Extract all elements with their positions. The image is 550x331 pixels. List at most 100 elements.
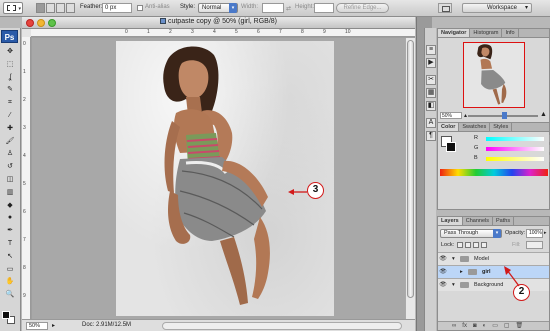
document-titlebar[interactable]: cutpaste copy @ 50% (girl, RGB/8) bbox=[22, 17, 415, 29]
tool-preset-picker[interactable]: ▾ bbox=[3, 2, 23, 14]
channel-slider[interactable] bbox=[486, 147, 544, 151]
blend-mode-select[interactable]: Pass Through ▾ bbox=[440, 229, 502, 238]
tab-layers[interactable]: Layers bbox=[438, 217, 463, 225]
link-layers-icon[interactable]: ∞ bbox=[452, 322, 456, 330]
add-selection-button[interactable] bbox=[46, 3, 55, 13]
tool-shape[interactable]: ▭ bbox=[2, 265, 18, 274]
color-panel-background[interactable] bbox=[446, 142, 456, 152]
vertical-scrollbar[interactable] bbox=[405, 38, 415, 319]
brushes-panel-icon[interactable]: ▦ bbox=[426, 88, 436, 98]
opacity-input[interactable]: 100% bbox=[526, 229, 543, 238]
status-disclosure-icon[interactable]: ▸ bbox=[52, 322, 55, 329]
new-layer-icon[interactable]: ▢ bbox=[504, 322, 510, 330]
color-spectrum-ramp[interactable] bbox=[440, 169, 548, 176]
tab-color[interactable]: Color bbox=[438, 123, 460, 131]
tool-eraser[interactable]: ◫ bbox=[2, 175, 18, 184]
tab-styles[interactable]: Styles bbox=[490, 123, 513, 131]
tab-histogram[interactable]: Histogram bbox=[470, 29, 503, 37]
intersect-selection-button[interactable] bbox=[66, 3, 75, 13]
visibility-eye-icon[interactable]: 👁 bbox=[439, 281, 447, 289]
chevron-right-icon[interactable]: ▸ bbox=[544, 230, 547, 236]
trash-icon[interactable]: 🗑 bbox=[516, 322, 524, 330]
channel-label: G bbox=[474, 145, 479, 151]
swap-icon[interactable]: ⇄ bbox=[286, 5, 291, 12]
fill-input[interactable] bbox=[526, 241, 543, 249]
layer-row[interactable]: 👁 ▾ Background bbox=[438, 278, 549, 291]
width-input[interactable] bbox=[262, 3, 284, 13]
style-select[interactable]: Normal ▾ bbox=[198, 3, 238, 13]
lock-pixels-button[interactable] bbox=[465, 242, 471, 248]
tab-info[interactable]: Info bbox=[502, 29, 519, 37]
adjustment-layer-icon[interactable]: ◐ bbox=[483, 322, 487, 330]
tool-pen[interactable]: ✒ bbox=[2, 226, 18, 235]
disclosure-triangle-icon[interactable]: ▾ bbox=[452, 282, 455, 288]
tab-paths[interactable]: Paths bbox=[493, 217, 515, 225]
anti-alias-checkbox[interactable] bbox=[137, 5, 143, 11]
subtract-selection-button[interactable] bbox=[56, 3, 65, 13]
clone-source-panel-icon[interactable]: ◧ bbox=[426, 101, 436, 111]
palette-well-icon[interactable] bbox=[438, 3, 452, 13]
tool-blur[interactable]: ◆ bbox=[2, 201, 18, 210]
zoom-out-icon[interactable]: ▴ bbox=[464, 112, 467, 119]
paragraph-panel-icon[interactable]: ¶ bbox=[426, 131, 436, 141]
height-label: Height: bbox=[295, 4, 315, 10]
foreground-color-swatch[interactable] bbox=[2, 311, 10, 319]
scrollbar-thumb[interactable] bbox=[407, 40, 414, 298]
tool-lasso[interactable]: ʆ bbox=[2, 73, 18, 82]
navigator-preview[interactable] bbox=[463, 42, 525, 108]
tool-crop[interactable]: ⌗ bbox=[2, 98, 18, 107]
new-group-icon[interactable]: ▭ bbox=[492, 322, 498, 330]
horizontal-scrollbar[interactable] bbox=[162, 322, 402, 330]
channel-slider[interactable] bbox=[486, 157, 544, 161]
actions-panel-icon[interactable]: ▶ bbox=[426, 58, 436, 68]
tab-swatches[interactable]: Swatches bbox=[459, 123, 491, 131]
selection-mode-buttons bbox=[36, 3, 75, 13]
tool-presets-panel-icon[interactable]: ✂ bbox=[426, 75, 436, 85]
tool-hand[interactable]: ✋ bbox=[2, 277, 18, 286]
zoom-slider-handle[interactable] bbox=[502, 112, 507, 119]
tool-dodge[interactable]: ● bbox=[2, 213, 18, 222]
disclosure-triangle-icon[interactable]: ▸ bbox=[460, 269, 463, 275]
character-panel-icon[interactable]: A bbox=[426, 118, 436, 128]
fx-icon[interactable]: fx bbox=[462, 322, 467, 330]
horizontal-ruler[interactable]: 0 1 2 3 4 5 6 7 8 9 10 bbox=[31, 29, 415, 37]
tool-eyedropper[interactable]: ⁄ bbox=[2, 111, 18, 120]
new-selection-button[interactable] bbox=[36, 3, 45, 13]
height-input[interactable] bbox=[314, 3, 334, 13]
tool-brush[interactable]: 🖌 bbox=[2, 137, 18, 146]
tool-type[interactable]: T bbox=[2, 239, 18, 248]
channel-slider[interactable] bbox=[486, 137, 544, 141]
tab-navigator[interactable]: Navigator bbox=[438, 29, 471, 37]
ruler-origin[interactable] bbox=[22, 29, 31, 37]
layer-row[interactable]: 👁 ▸ girl bbox=[438, 265, 549, 278]
tool-healing-brush[interactable]: ✚ bbox=[2, 124, 18, 133]
history-panel-icon[interactable]: ≡ bbox=[426, 45, 436, 55]
tool-zoom[interactable]: 🔍 bbox=[2, 290, 18, 299]
tool-path-selection[interactable]: ↖ bbox=[2, 252, 18, 261]
ruler-tick-label: 2 bbox=[169, 29, 172, 35]
tool-move[interactable]: ✥ bbox=[2, 47, 18, 56]
zoom-level-input[interactable]: 50% bbox=[26, 322, 48, 330]
workspace-menu[interactable]: Workspace ▾ bbox=[462, 3, 532, 13]
tool-history-brush[interactable]: ↺ bbox=[2, 162, 18, 171]
refine-edge-button[interactable]: Refine Edge... bbox=[336, 3, 389, 13]
visibility-eye-icon[interactable]: 👁 bbox=[439, 255, 447, 263]
lock-transparency-button[interactable] bbox=[457, 242, 463, 248]
layer-row[interactable]: 👁 ▾ Model bbox=[438, 252, 549, 265]
tab-channels[interactable]: Channels bbox=[463, 217, 493, 225]
lock-all-button[interactable] bbox=[481, 242, 487, 248]
zoom-in-icon[interactable]: ▲ bbox=[540, 111, 547, 118]
photoshop-logo[interactable]: Ps bbox=[1, 30, 18, 43]
tool-marquee[interactable]: ⬚ bbox=[2, 60, 18, 69]
navigator-zoom-input[interactable]: 50% bbox=[440, 112, 462, 119]
lock-position-button[interactable] bbox=[473, 242, 479, 248]
vertical-ruler[interactable]: 0 1 2 3 4 5 6 7 8 9 bbox=[22, 37, 31, 319]
tool-gradient[interactable]: ▥ bbox=[2, 188, 18, 197]
visibility-eye-icon[interactable]: 👁 bbox=[439, 268, 447, 276]
feather-input[interactable]: 0 px bbox=[102, 3, 132, 13]
document-canvas[interactable] bbox=[116, 41, 334, 316]
disclosure-triangle-icon[interactable]: ▾ bbox=[452, 256, 455, 262]
tool-quick-selection[interactable]: ✎ bbox=[2, 85, 18, 94]
layer-mask-icon[interactable]: ◙ bbox=[473, 322, 477, 330]
tool-clone-stamp[interactable]: ♙ bbox=[2, 149, 18, 158]
